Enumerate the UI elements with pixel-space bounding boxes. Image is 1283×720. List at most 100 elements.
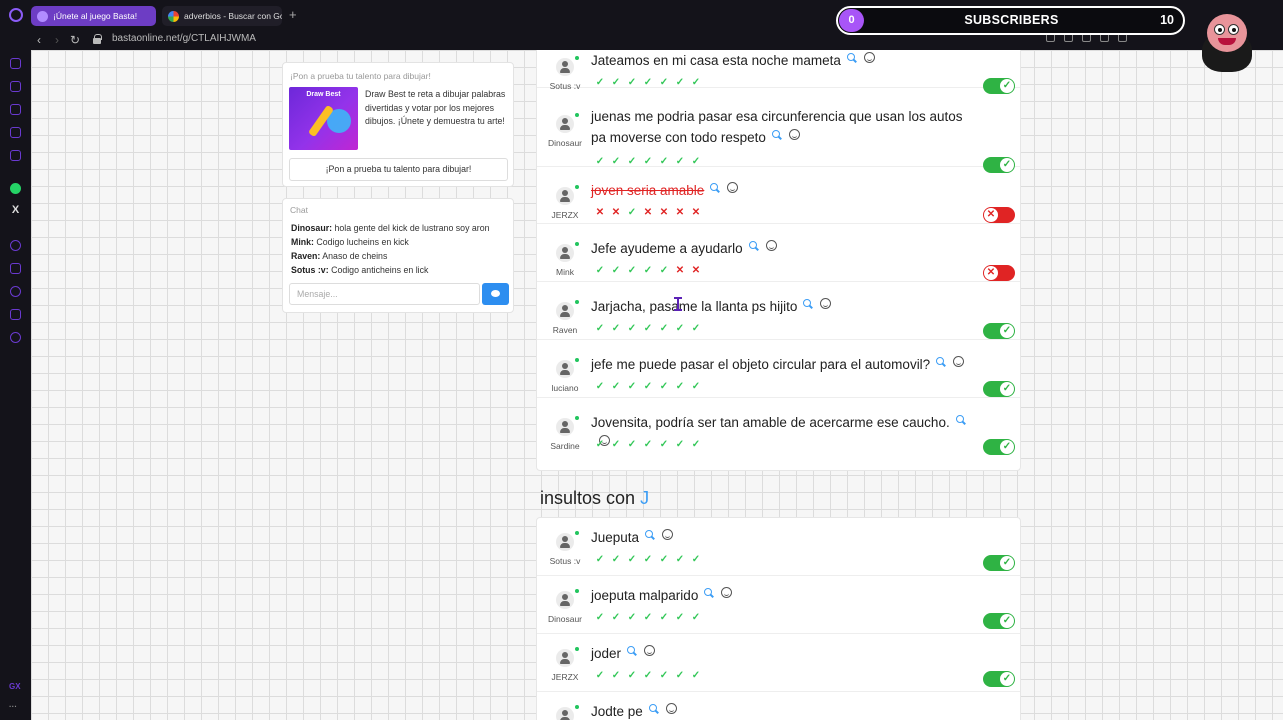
- vote-check-icon: ✓: [675, 439, 685, 450]
- validity-toggle[interactable]: ✓: [983, 439, 1015, 455]
- forward-icon[interactable]: ›: [55, 33, 59, 47]
- search-icon[interactable]: [710, 183, 719, 192]
- user-avatar-icon: [556, 244, 574, 262]
- sidebar-icon[interactable]: [10, 240, 21, 251]
- player-name: luciano: [551, 383, 579, 393]
- search-icon[interactable]: [803, 299, 812, 308]
- search-icon[interactable]: [955, 415, 965, 424]
- draw-best-image[interactable]: Draw Best: [289, 87, 358, 150]
- draw-best-promo-card: ¡Pon a prueba tu talento para dibujar! D…: [282, 62, 514, 187]
- url-field[interactable]: bastaonline.net/g/CTLAIHJWMA: [112, 33, 256, 44]
- opera-logo-icon[interactable]: [9, 8, 23, 22]
- chat-username: Sotus :v:: [291, 265, 329, 275]
- answer-row: Raven Jarjacha, pasame la llanta ps hijit…: [537, 282, 1020, 340]
- validity-toggle[interactable]: ✓: [983, 613, 1015, 629]
- history-icon[interactable]: [10, 286, 21, 297]
- tab-basta[interactable]: ¡Únete al juego Basta!: [31, 6, 156, 26]
- sidebar-icon[interactable]: [10, 309, 21, 320]
- search-icon[interactable]: [846, 53, 856, 62]
- vote-check-icon: ✓: [643, 381, 653, 392]
- search-icon[interactable]: [936, 357, 945, 366]
- vote-check-icon: ✓: [611, 612, 621, 623]
- validity-toggle[interactable]: ✕: [983, 207, 1015, 223]
- vote-check-icon: ✓: [643, 323, 653, 334]
- vote-check-icon: ✓: [643, 265, 653, 276]
- user-avatar-icon: [556, 187, 574, 205]
- draw-best-button[interactable]: ¡Pon a prueba tu talento para dibujar!: [289, 158, 508, 181]
- sidebar-icon[interactable]: [10, 104, 21, 115]
- category-letter: J: [640, 488, 650, 508]
- vote-check-icon: ✓: [659, 439, 669, 450]
- emoji-reaction-icon[interactable]: [863, 52, 875, 63]
- emoji-reaction-icon[interactable]: [727, 182, 739, 193]
- search-icon[interactable]: [645, 530, 654, 539]
- x-twitter-icon[interactable]: X: [10, 205, 21, 216]
- emoji-reaction-icon[interactable]: [644, 645, 656, 656]
- search-icon[interactable]: [704, 588, 713, 597]
- promo-description: Draw Best te reta a dibujar palabras div…: [365, 89, 506, 127]
- vote-cross-icon: ✕: [659, 207, 669, 218]
- new-tab-button[interactable]: +: [289, 8, 297, 21]
- sidebar-icon[interactable]: [10, 58, 21, 69]
- sidebar-icon[interactable]: [10, 81, 21, 92]
- search-icon[interactable]: [771, 130, 781, 139]
- search-icon[interactable]: [748, 241, 758, 250]
- chat-message: Mink: Codigo lucheins en kick: [291, 235, 509, 249]
- sidebar-icon[interactable]: [10, 150, 21, 161]
- validity-toggle[interactable]: ✓: [983, 381, 1015, 397]
- check-icon: ✓: [1000, 614, 1014, 628]
- player-name: Sotus :v: [549, 556, 581, 566]
- answer-text: Jodte pe: [591, 701, 971, 720]
- chat-message: Raven: Anaso de cheins: [291, 249, 509, 263]
- emoji-reaction-icon[interactable]: [820, 298, 832, 309]
- emoji-reaction-icon[interactable]: [953, 356, 965, 367]
- chat-text: Anaso de cheins: [320, 251, 388, 261]
- online-status-icon: [575, 531, 579, 535]
- search-icon[interactable]: [627, 646, 636, 655]
- chat-message-input[interactable]: Mensaje...: [289, 283, 480, 305]
- whatsapp-icon[interactable]: [10, 183, 21, 194]
- chat-title: Chat: [290, 205, 308, 215]
- sidebar-icon[interactable]: [10, 263, 21, 274]
- more-icon[interactable]: ···: [9, 702, 17, 711]
- answer-text: Jueputa: [591, 527, 971, 548]
- emoji-reaction-icon[interactable]: [662, 529, 674, 540]
- vote-check-icon: ✓: [611, 381, 621, 392]
- player-name: Dinosaur: [547, 138, 583, 148]
- vote-check-icon: ✓: [659, 381, 669, 392]
- back-icon[interactable]: ‹: [37, 33, 41, 47]
- emoji-reaction-icon[interactable]: [665, 703, 677, 714]
- check-icon: ✓: [1000, 556, 1014, 570]
- validity-toggle[interactable]: ✓: [983, 323, 1015, 339]
- tab-title: adverbios - Buscar con Go: [184, 11, 282, 21]
- emoji-reaction-icon[interactable]: [788, 129, 800, 140]
- answer-text: joven seria amable: [591, 180, 971, 201]
- user-avatar-icon: [556, 591, 574, 609]
- lock-icon: [93, 34, 102, 44]
- send-message-button[interactable]: [482, 283, 509, 305]
- emoji-reaction-icon[interactable]: [721, 587, 733, 598]
- validity-toggle[interactable]: ✓: [983, 555, 1015, 571]
- chat-text: Codigo anticheins en lick: [328, 265, 429, 275]
- online-status-icon: [575, 705, 579, 709]
- validity-toggle[interactable]: ✓: [983, 671, 1015, 687]
- sidebar-icon[interactable]: [10, 127, 21, 138]
- vote-marks: ✓ ✓ ✓ ✓ ✓ ✓ ✓: [594, 554, 702, 566]
- vote-check-icon: ✓: [595, 381, 605, 392]
- emoji-reaction-icon[interactable]: [765, 240, 777, 251]
- answer-row: Sotus :v Jateamos en mi casa esta noche m…: [537, 50, 1020, 94]
- tab-google-search[interactable]: adverbios - Buscar con Go: [162, 6, 282, 26]
- validity-toggle[interactable]: ✕: [983, 265, 1015, 281]
- answer-row: Dinosaur joeputa malparido ✓ ✓ ✓ ✓ ✓ ✓ ✓ ✓: [537, 576, 1020, 634]
- basta-favicon-icon: [37, 10, 48, 22]
- reload-icon[interactable]: ↻: [70, 33, 80, 47]
- vote-cross-icon: ✕: [595, 207, 605, 218]
- user-avatar-icon: [556, 58, 574, 76]
- vote-check-icon: ✓: [595, 612, 605, 623]
- vote-check-icon: ✓: [627, 265, 637, 276]
- chat-username: Raven:: [291, 251, 321, 261]
- online-status-icon: [575, 589, 579, 593]
- settings-icon[interactable]: [10, 332, 21, 343]
- vote-marks: ✓ ✓ ✓ ✓ ✓ ✓ ✓: [594, 381, 702, 393]
- search-icon[interactable]: [648, 704, 658, 713]
